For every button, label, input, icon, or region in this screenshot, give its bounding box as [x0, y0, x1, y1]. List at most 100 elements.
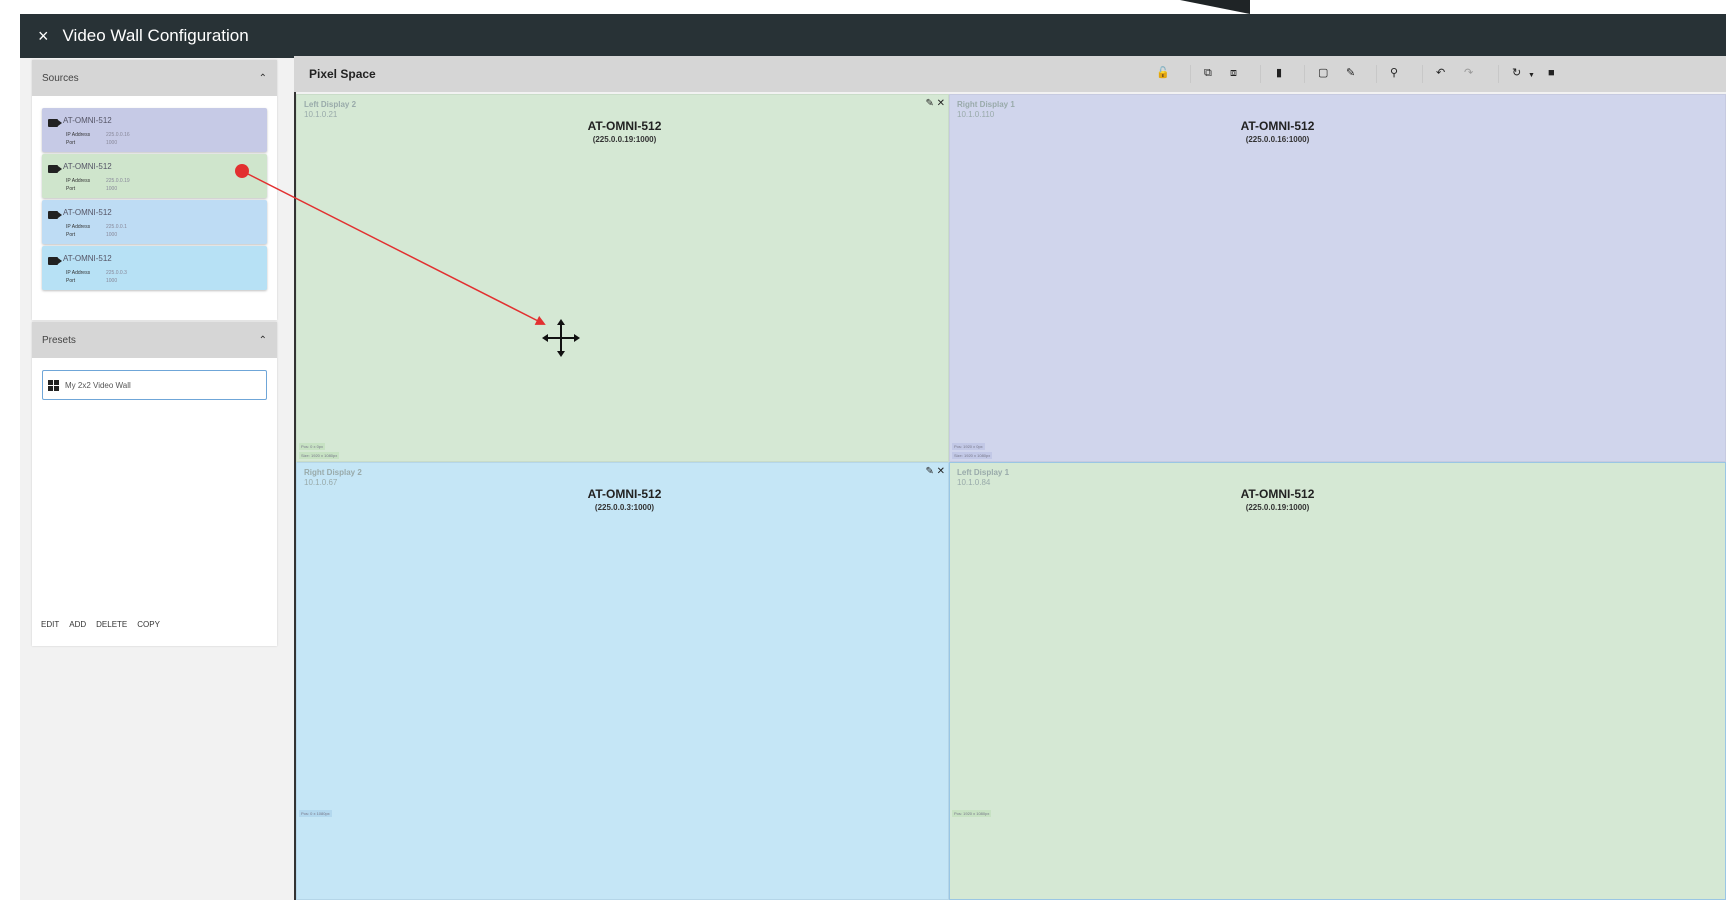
redo-icon[interactable]: ↷ [1464, 66, 1473, 80]
source-name: AT-OMNI-512 [63, 208, 112, 217]
source-item[interactable]: AT-OMNI-512 IP Address 225.0.0.1 Port 10… [42, 200, 267, 244]
display-name: Right Display 1 [957, 100, 1015, 109]
display-tile[interactable]: Right Display 2 10.1.0.67 AT-OMNI-512 (2… [296, 462, 949, 900]
edit-icon[interactable]: ✎ [925, 466, 933, 477]
camera-icon [48, 165, 62, 173]
port-value: 1000 [106, 278, 118, 284]
display-address: (225.0.0.3:1000) [594, 503, 655, 512]
ip-value: 225.0.0.1 [106, 224, 127, 230]
source-name: AT-OMNI-512 [63, 254, 112, 263]
ip-label: IP Address [66, 224, 91, 230]
display-tile[interactable]: Right Display 1 10.1.0.110 AT-OMNI-512 (… [949, 94, 1726, 462]
presets-panel: Presets ⌃ My 2x2 Video Wall EDIT ADD DEL… [32, 322, 277, 646]
preset-name: My 2x2 Video Wall [65, 380, 131, 390]
port-value: 1000 [106, 140, 118, 146]
camera-icon [48, 119, 62, 127]
edit-icon[interactable]: ✎ [925, 98, 933, 109]
presets-title: Presets [42, 334, 76, 346]
display-tile[interactable]: Left Display 2 10.1.0.21 AT-OMNI-512 (22… [296, 94, 949, 462]
pixel-space: Pixel Space 🔓 ⧉ ⧈ ▮ ▢ ✎ ⚲ ↶ ↷ ↻ ▼ ■ Left… [294, 56, 1726, 900]
pixel-space-toolbar: Pixel Space 🔓 ⧉ ⧈ ▮ ▢ ✎ ⚲ ↶ ↷ ↻ ▼ ■ [294, 56, 1726, 92]
ip-label: IP Address [66, 132, 91, 138]
display-source: AT-OMNI-512 [1240, 487, 1315, 501]
source-name: AT-OMNI-512 [63, 162, 112, 171]
toolbar-divider [1304, 65, 1305, 83]
display-address: (225.0.0.16:1000) [1245, 135, 1310, 144]
display-ip: 10.1.0.67 [304, 478, 338, 487]
display-source: AT-OMNI-512 [587, 487, 662, 501]
toolbar-divider [1260, 65, 1261, 83]
save-icon[interactable]: ■ [1548, 66, 1555, 80]
delete-icon[interactable]: ▮ [1276, 66, 1282, 80]
display-address: (225.0.0.19:1000) [592, 135, 657, 144]
display-source: AT-OMNI-512 [1240, 119, 1315, 133]
display-address: (225.0.0.19:1000) [1245, 503, 1310, 512]
dropdown-icon[interactable]: ▼ [1528, 69, 1535, 83]
preset-item[interactable]: My 2x2 Video Wall [42, 370, 267, 400]
display-controls: ✎ ✕ [925, 98, 945, 109]
edit-icon[interactable]: ✎ [1346, 66, 1355, 80]
top-edge-shape [1180, 0, 1250, 14]
toolbar-divider [1498, 65, 1499, 83]
source-item[interactable]: AT-OMNI-512 IP Address 225.0.0.16 Port 1… [42, 108, 267, 152]
copy-button[interactable]: COPY [137, 620, 160, 629]
title-bar: × Video Wall Configuration [20, 14, 1726, 58]
toolbar-divider [1190, 65, 1191, 83]
port-label: Port [66, 140, 76, 146]
zoom-icon[interactable]: ⚲ [1390, 66, 1398, 80]
camera-icon [48, 211, 62, 219]
close-icon[interactable]: ✕ [937, 98, 945, 109]
add-button[interactable]: ADD [69, 620, 86, 629]
display-name: Right Display 2 [304, 468, 362, 477]
sync-icon[interactable]: ↻ [1512, 66, 1521, 80]
source-name: AT-OMNI-512 [63, 116, 112, 125]
ip-value: 225.0.0.16 [106, 132, 130, 138]
port-label: Port [66, 232, 76, 238]
port-value: 1000 [106, 186, 118, 192]
display-name: Left Display 2 [304, 100, 357, 109]
close-icon[interactable]: ✕ [937, 466, 945, 477]
display-icon[interactable]: ▢ [1318, 66, 1328, 80]
send-backward-icon[interactable]: ⧈ [1230, 66, 1237, 80]
sources-header[interactable]: Sources ⌃ [32, 60, 277, 96]
toolbar-divider [1376, 65, 1377, 83]
pixel-space-title: Pixel Space [309, 67, 376, 81]
source-item[interactable]: AT-OMNI-512 IP Address 225.0.0.19 Port 1… [42, 154, 267, 198]
display-name: Left Display 1 [957, 468, 1010, 477]
bring-forward-icon[interactable]: ⧉ [1204, 66, 1212, 80]
toolbar-divider [1422, 65, 1423, 83]
presets-header[interactable]: Presets ⌃ [32, 322, 277, 358]
edit-button[interactable]: EDIT [41, 620, 59, 629]
port-label: Port [66, 186, 76, 192]
display-size: Size: 1920 x 1080px [952, 452, 993, 459]
display-ip: 10.1.0.21 [304, 110, 338, 119]
display-tile[interactable]: Left Display 1 10.1.0.84 AT-OMNI-512 (22… [949, 462, 1726, 900]
undo-icon[interactable]: ↶ [1436, 66, 1445, 80]
source-item[interactable]: AT-OMNI-512 IP Address 225.0.0.3 Port 10… [42, 246, 267, 290]
display-position: Pos: 1920 x 1080px [952, 810, 992, 817]
delete-button[interactable]: DELETE [96, 620, 127, 629]
sources-panel: Sources ⌃ AT-OMNI-512 IP Address 225.0.0… [32, 60, 277, 320]
ip-value: 225.0.0.19 [106, 178, 130, 184]
display-controls: ✎ ✕ [925, 466, 945, 477]
ip-label: IP Address [66, 270, 91, 276]
dialog-title: Video Wall Configuration [62, 26, 249, 45]
ip-value: 225.0.0.3 [106, 270, 127, 276]
port-value: 1000 [106, 232, 118, 238]
camera-icon [48, 257, 62, 265]
port-label: Port [66, 278, 76, 284]
grid-icon [48, 379, 59, 391]
display-size: Size: 1920 x 1080px [299, 452, 340, 459]
lock-icon[interactable]: 🔓 [1156, 66, 1170, 80]
display-ip: 10.1.0.84 [957, 478, 991, 487]
ip-label: IP Address [66, 178, 91, 184]
chevron-up-icon[interactable]: ⌃ [259, 335, 267, 346]
display-position: Pos: 0 x 0px [299, 443, 326, 450]
video-wall-dialog: × Video Wall Configuration Sources ⌃ AT-… [20, 14, 1726, 900]
chevron-up-icon[interactable]: ⌃ [259, 73, 267, 84]
sources-title: Sources [42, 72, 79, 84]
close-icon[interactable]: × [38, 27, 49, 45]
preset-actions: EDIT ADD DELETE COPY [41, 620, 160, 629]
display-source: AT-OMNI-512 [587, 119, 662, 133]
display-position: Pos: 0 x 1080px [299, 810, 332, 817]
